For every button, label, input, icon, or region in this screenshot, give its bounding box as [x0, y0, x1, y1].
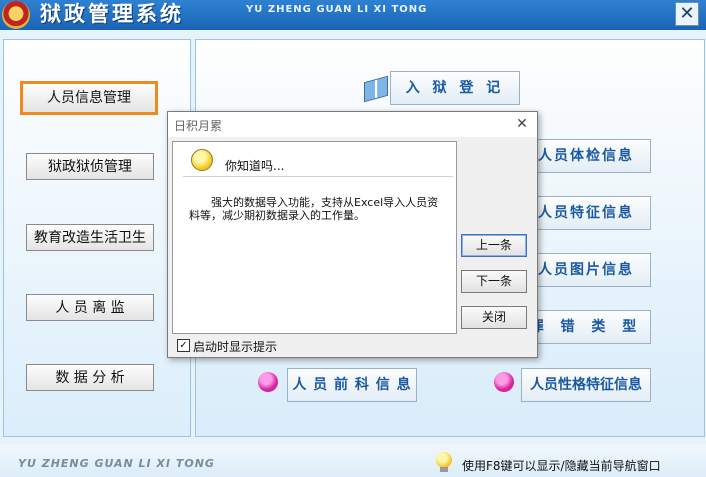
show-tips-label[interactable]: 启动时显示提示 — [193, 338, 277, 355]
lightbulb-base — [440, 467, 448, 472]
module-ruyu-button[interactable]: 入 狱 登 记 — [390, 71, 520, 105]
tip-content: 你知道吗... 强大的数据导入功能，支持从Excel导入人员资料等，减少期初数据… — [172, 141, 457, 334]
nav-item-data-analysis[interactable]: 数 据 分 析 — [26, 364, 154, 391]
app-title-pinyin: YU ZHENG GUAN LI XI TONG — [246, 4, 428, 15]
nav-item-release[interactable]: 人 员 离 监 — [26, 294, 154, 321]
nav-item-person-info[interactable]: 人员信息管理 — [20, 81, 158, 115]
module-xingge-button[interactable]: 人员性格特征信息 — [521, 368, 651, 402]
dialog-close-icon[interactable]: ✕ — [514, 115, 530, 133]
tip-dialog: 日积月累 ✕ 你知道吗... 强大的数据导入功能，支持从Excel导入人员资料等… — [167, 111, 538, 358]
prev-tip-button[interactable]: 上一条 — [461, 234, 527, 257]
footer-pinyin: YU ZHENG GUAN LI XI TONG — [18, 457, 215, 470]
nav-item-prison-management[interactable]: 狱政狱侦管理 — [26, 153, 154, 180]
app-title: 狱政管理系统 — [40, 2, 184, 26]
module-tupian-button[interactable]: 人员图片信息 — [521, 253, 651, 287]
lightbulb-icon — [436, 452, 452, 468]
window-close-button[interactable]: ✕ — [675, 2, 699, 26]
module-tezheng-button[interactable]: 人员特征信息 — [521, 196, 651, 230]
footer-hint: 使用F8键可以显示/隐藏当前导航窗口 — [462, 459, 661, 473]
module-qianke-button[interactable]: 人 员 前 科 信 息 — [287, 368, 417, 402]
police-emblem-icon — [2, 1, 30, 29]
tip-heading: 你知道吗... — [225, 159, 285, 173]
nav-item-education[interactable]: 教育改造生活卫生 — [26, 224, 154, 251]
module-tijian-button[interactable]: 人员体检信息 — [521, 139, 651, 173]
tip-text: 强大的数据导入功能，支持从Excel导入人员资料等，减少期初数据录入的工作量。 — [189, 196, 439, 222]
dialog-title: 日积月累 — [174, 119, 223, 133]
dialog-title-bar[interactable]: 日积月累 ✕ — [168, 112, 537, 137]
show-tips-checkbox[interactable]: ✓ — [177, 339, 190, 352]
tip-divider — [183, 176, 453, 177]
next-tip-button[interactable]: 下一条 — [461, 270, 527, 293]
lightbulb-icon — [191, 149, 213, 171]
person-icon — [494, 372, 514, 392]
dialog-close-button[interactable]: 关闭 — [461, 306, 527, 329]
module-zuicuo-button[interactable]: 罪 错 类 型 — [521, 310, 651, 344]
person-icon — [258, 372, 278, 392]
